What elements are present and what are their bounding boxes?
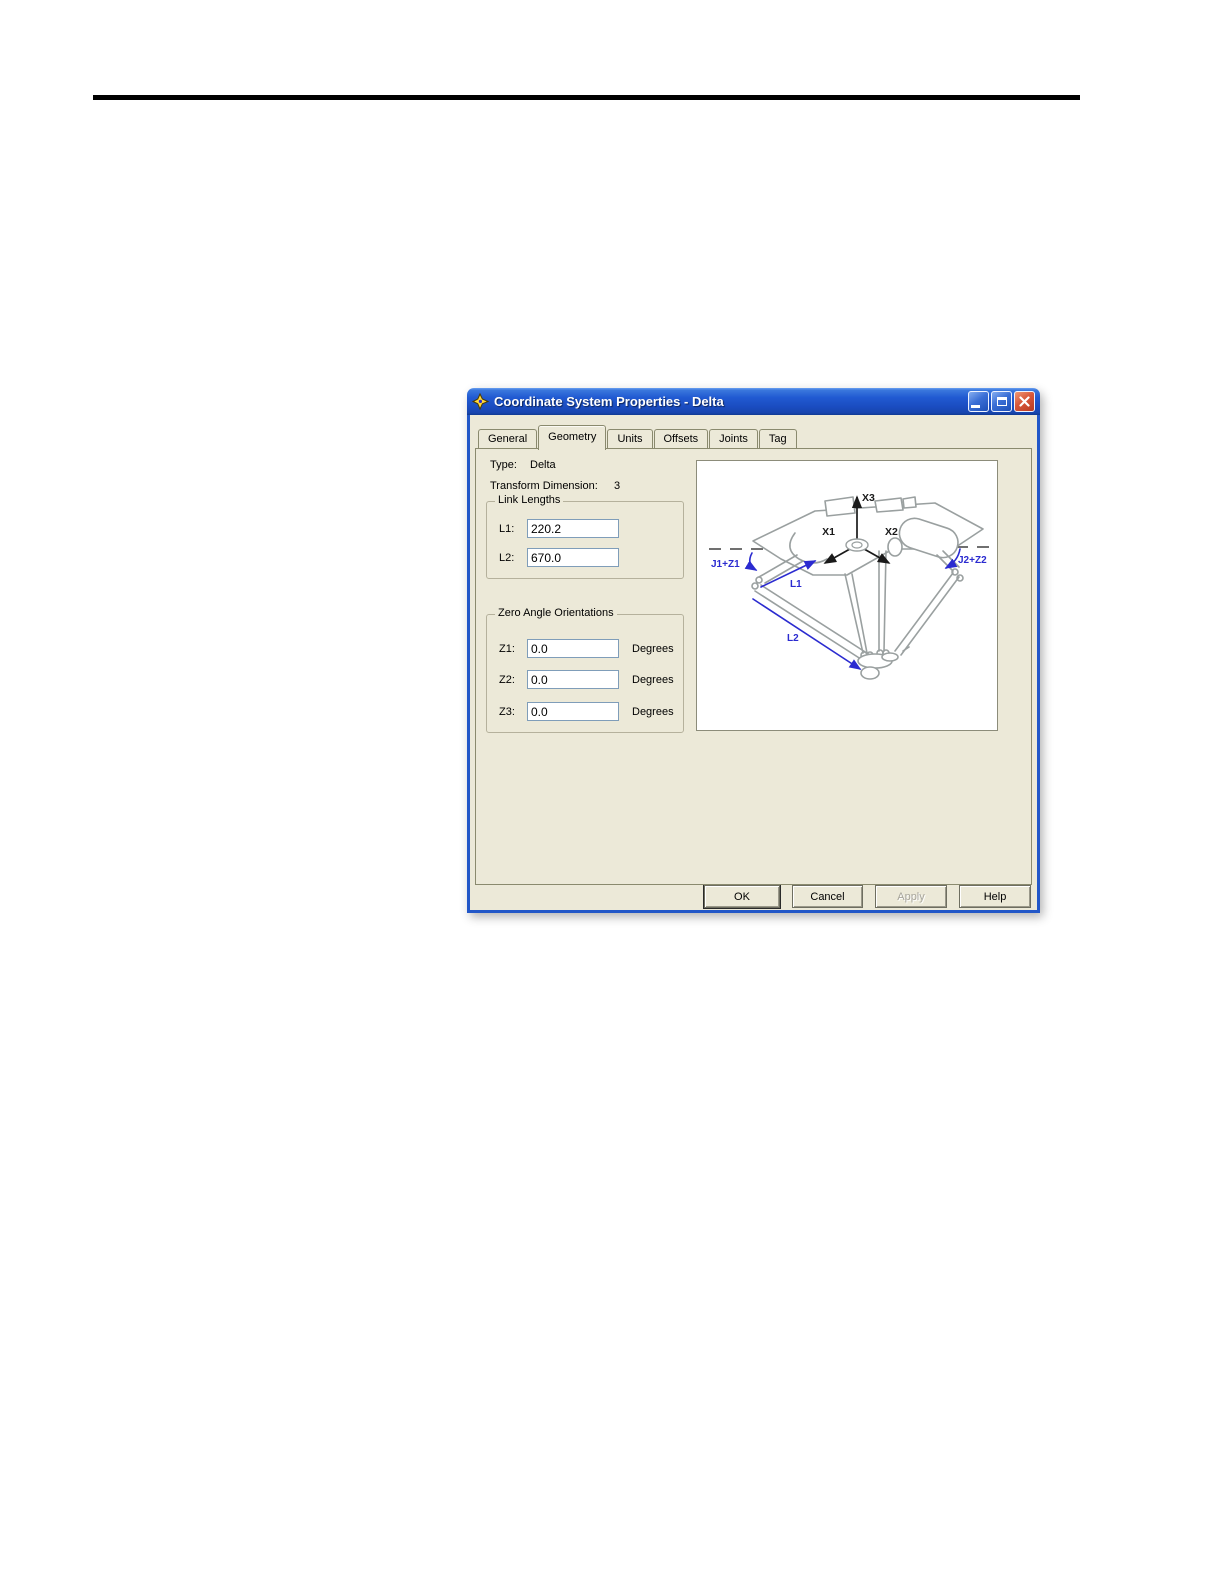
type-label: Type: [490, 459, 517, 471]
document-page: Coordinate System Properties - Delta Gen… [0, 0, 1224, 1584]
z2-input[interactable] [527, 670, 619, 689]
dialog-title: Coordinate System Properties - Delta [494, 394, 724, 409]
tab-general[interactable]: General [478, 429, 538, 449]
diagram-label-l2: L2 [787, 633, 799, 644]
diagram-label-x3: X3 [862, 492, 875, 504]
header-rule [93, 95, 1080, 100]
tab-joints[interactable]: Joints [709, 429, 758, 449]
z3-unit: Degrees [632, 706, 674, 718]
l2-input[interactable] [527, 548, 619, 567]
l1-input[interactable] [527, 519, 619, 538]
l1-label: L1: [499, 523, 515, 535]
dialog-body: General Geometry Units Offsets Joints Ta… [467, 415, 1040, 913]
close-icon[interactable] [1014, 391, 1035, 412]
ok-button[interactable]: OK [704, 885, 780, 908]
transform-dimension-label: Transform Dimension: [490, 480, 598, 492]
dialog-titlebar[interactable]: Coordinate System Properties - Delta [467, 388, 1040, 415]
z1-input[interactable] [527, 639, 619, 658]
maximize-icon[interactable] [991, 391, 1012, 412]
diagram-label-l1: L1 [790, 579, 802, 590]
diagram-label-x1: X1 [822, 526, 835, 538]
coordinate-system-properties-dialog: Coordinate System Properties - Delta Gen… [467, 388, 1040, 913]
tab-units[interactable]: Units [607, 429, 653, 449]
tab-tag[interactable]: Tag [758, 429, 797, 449]
coordinate-system-app-icon [472, 393, 489, 410]
link-lengths-group-title: Link Lengths [495, 494, 564, 506]
l2-label: L2: [499, 552, 515, 564]
geometry-tab-page: Type: Delta Transform Dimension: 3 Link … [475, 448, 1032, 885]
z1-label: Z1: [499, 643, 515, 655]
diagram-label-j1-z1: J1+Z1 [711, 559, 740, 570]
window-controls [968, 391, 1035, 412]
z2-label: Z2: [499, 674, 515, 686]
tab-geometry[interactable]: Geometry [538, 425, 607, 450]
cancel-button[interactable]: Cancel [792, 885, 863, 908]
minimize-icon[interactable] [968, 391, 989, 412]
link-lengths-group: Link Lengths L1: L2: [486, 494, 684, 579]
diagram-label-x2: X2 [885, 526, 898, 538]
diagram-label-j2-z2: J2+Z2 [958, 555, 987, 566]
type-value: Delta [530, 459, 556, 471]
tab-offsets[interactable]: Offsets [653, 429, 709, 449]
z2-unit: Degrees [632, 674, 674, 686]
apply-button[interactable]: Apply [875, 885, 947, 908]
delta-robot-diagram-panel: X3 X1 X2 J1+Z1 J2+Z2 L1 L2 [696, 460, 998, 731]
delta-robot-diagram: X3 X1 X2 J1+Z1 J2+Z2 L1 L2 [709, 492, 989, 680]
z3-label: Z3: [499, 706, 515, 718]
z1-unit: Degrees [632, 643, 674, 655]
tab-strip: General Geometry Units Offsets Joints Ta… [478, 424, 798, 450]
help-button[interactable]: Help [959, 885, 1031, 908]
transform-dimension-value: 3 [614, 480, 621, 492]
zero-angle-group-title: Zero Angle Orientations [495, 607, 617, 619]
z3-input[interactable] [527, 702, 619, 721]
zero-angle-orientations-group: Zero Angle Orientations Z1: Degrees Z2: … [486, 607, 684, 733]
